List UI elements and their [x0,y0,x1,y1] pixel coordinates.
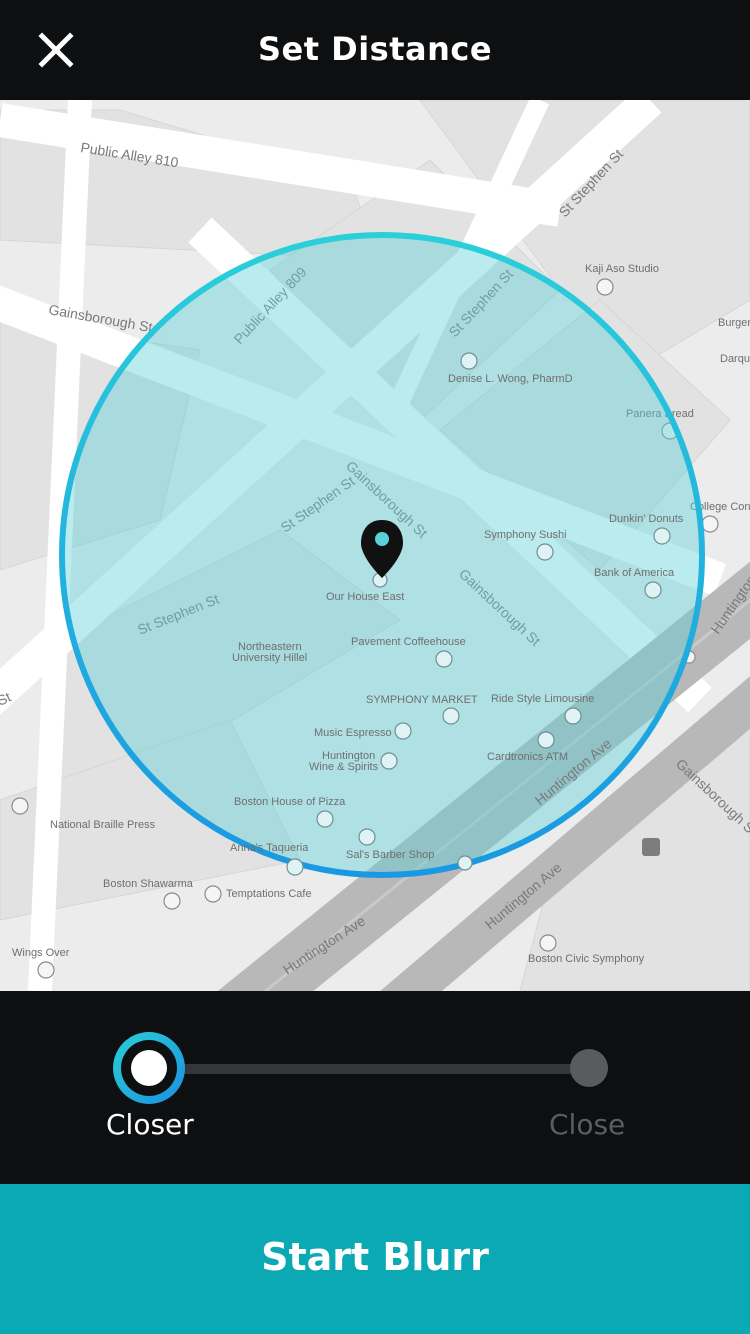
start-blurr-button[interactable]: Start Blurr [0,1184,750,1334]
place-label: Sal's Barber Shop [346,849,434,861]
distance-panel [0,991,750,1184]
map-view[interactable]: Public Alley 810 Gainsborough St Public … [0,100,750,991]
place-label: Wings Over [12,947,70,959]
place-label: Anna's Taqueria [230,842,309,854]
place-label: Boston House of Pizza [234,796,346,808]
place-label: Our House East [326,591,404,603]
distance-slider-track[interactable] [150,1064,590,1074]
place-label: Denise L. Wong, PharmD [448,373,573,385]
slider-option-close[interactable]: Close [549,1108,625,1141]
place-label: Ride Style Limousine [491,693,594,705]
place-label: Temptations Cafe [226,888,312,900]
bus-stop-icon [642,838,660,856]
place-label: Music Espresso [314,727,392,739]
place-label: Dunkin' Donuts [609,513,684,525]
place-label: Bank of America [594,567,675,579]
place-label: National Braille Press [50,819,156,831]
place-label: SYMPHONY MARKET [366,694,478,706]
map-canvas[interactable]: Public Alley 810 Gainsborough St Public … [0,100,750,991]
page-title: Set Distance [257,30,493,68]
place-label: Wine & Spirits [309,761,379,773]
slider-knob-dot [131,1050,167,1086]
place-label: Burger [718,317,750,329]
top-bar: Set Distance [0,0,750,100]
place-label: Boston Civic Symphony [528,953,645,965]
slider-knob-inner [121,1040,177,1096]
slider-option-close-dot[interactable] [570,1049,608,1087]
slider-knob[interactable] [113,1032,185,1104]
place-label: Kaji Aso Studio [585,263,659,275]
place-label: Pavement Coffeehouse [351,636,466,648]
place-label: Boston Shawarma [103,878,194,890]
place-label: University Hillel [232,652,307,664]
slider-option-closer[interactable]: Closer [106,1108,194,1141]
place-label: Cardtronics ATM [487,751,568,763]
place-label: Symphony Sushi [484,529,567,541]
place-label: Darqu [720,353,750,365]
